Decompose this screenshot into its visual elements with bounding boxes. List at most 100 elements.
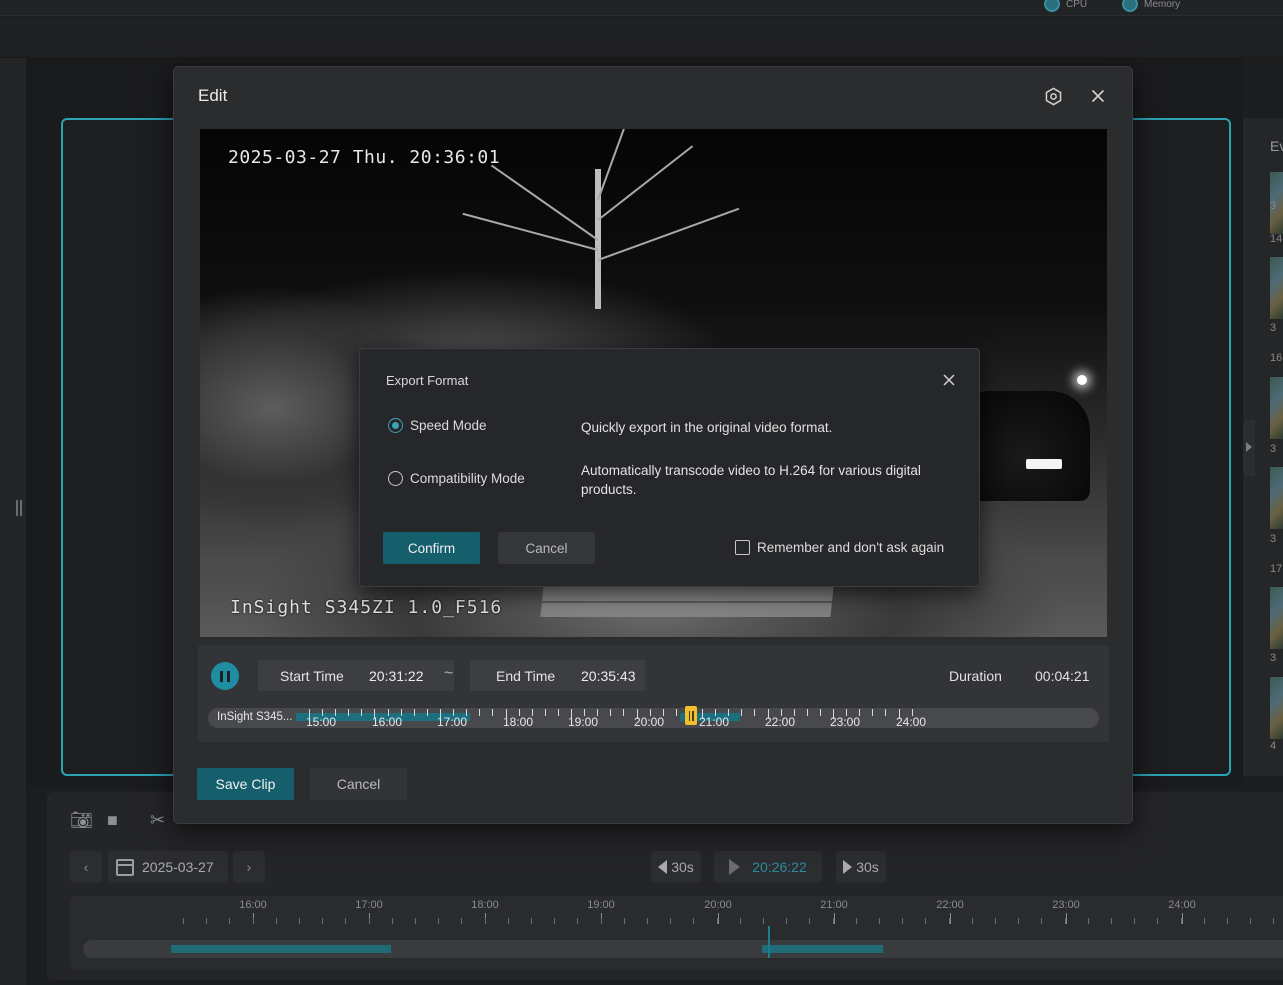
remember-option[interactable]: Remember and don't ask again <box>735 540 944 555</box>
close-icon[interactable] <box>1087 85 1109 107</box>
clip-timeline-hour-label: 17:00 <box>437 715 468 729</box>
clip-timeline-tick <box>676 709 677 716</box>
timeline-minor-tick <box>1111 918 1112 924</box>
clip-timeline-hour-label: 23:00 <box>830 715 861 729</box>
clip-timeline-hour-label: 18:00 <box>503 715 534 729</box>
clip-timeline-tick <box>637 709 638 719</box>
video-scene <box>462 212 599 251</box>
play-button[interactable]: 20:26:22 <box>714 851 822 883</box>
timeline-minor-tick <box>485 918 486 924</box>
remember-checkbox[interactable] <box>735 540 750 555</box>
timeline-minor-tick <box>438 918 439 924</box>
event-time-label: 3 <box>1270 443 1277 455</box>
video-scene <box>597 129 630 201</box>
timeline-minor-tick <box>1018 918 1019 924</box>
clip-timeline-tick <box>558 709 559 716</box>
cpu-label: CPU <box>1066 0 1088 10</box>
clip-timeline-tick <box>872 709 873 716</box>
event-time-label: 3 <box>1270 200 1277 212</box>
pause-button[interactable] <box>211 662 239 690</box>
timeline-major-tick <box>1182 913 1183 924</box>
camera-snapshot-icon[interactable]: 📷︎ <box>70 810 93 831</box>
timeline-minor-tick <box>647 918 648 924</box>
export-format-dialog: Export Format Speed Mode Quickly export … <box>359 348 980 587</box>
remember-label: Remember and don't ask again <box>757 540 945 555</box>
clip-timeline-tick <box>859 709 860 716</box>
cpu-gauge-icon <box>1044 0 1060 12</box>
cancel-button[interactable]: Cancel <box>310 768 407 800</box>
clip-timeline-tick <box>335 709 336 716</box>
timeline-minor-tick <box>1088 918 1089 924</box>
event-time-label: 14 <box>1270 233 1283 245</box>
event-thumbnail[interactable] <box>1270 257 1283 319</box>
speed-mode-option[interactable]: Speed Mode <box>388 418 487 433</box>
radio-selected-icon[interactable] <box>388 418 403 433</box>
duration-value: 00:04:21 <box>1035 668 1090 684</box>
timeline-minor-tick <box>1181 918 1182 924</box>
next-date-button[interactable]: › <box>233 851 265 883</box>
clip-timeline-tick <box>571 709 572 719</box>
clip-timeline[interactable]: InSight S345... 15:00 16:00 17:00 18:00 19:0… <box>208 706 1099 729</box>
export-cancel-button[interactable]: Cancel <box>498 532 595 564</box>
timeline-hour-label: 19:00 <box>587 899 615 911</box>
timeline-minor-tick <box>833 918 834 924</box>
timeline-major-tick <box>834 913 835 924</box>
settings-icon[interactable] <box>1042 85 1064 107</box>
timeline-major-tick <box>718 913 719 924</box>
timeline-minor-tick <box>995 918 996 924</box>
clip-timeline-tick <box>401 709 402 716</box>
event-time-label: 17 <box>1270 563 1283 575</box>
scissors-clip-icon[interactable]: ✂ <box>150 810 165 831</box>
timeline-minor-tick <box>670 918 671 924</box>
clip-timeline-tick <box>361 709 362 716</box>
panel-resize-handle[interactable] <box>16 500 22 516</box>
timeline-minor-tick <box>299 918 300 924</box>
timeline-minor-tick <box>763 918 764 924</box>
end-time-value[interactable]: 20:35:43 <box>581 668 636 684</box>
close-icon[interactable] <box>938 369 960 391</box>
rewind-icon <box>658 860 668 874</box>
play-icon <box>729 859 741 875</box>
recording-segment[interactable] <box>762 945 883 953</box>
rewind-30s-button[interactable]: 30s <box>651 851 701 883</box>
start-time-field[interactable]: Start Time 20:31:22 <box>258 660 454 691</box>
playback-cursor[interactable] <box>768 926 770 958</box>
recording-segment[interactable] <box>171 945 391 953</box>
clip-timeline-tick <box>663 709 664 716</box>
timeline-hour-label: 24:00 <box>1168 899 1196 911</box>
compatibility-mode-option[interactable]: Compatibility Mode <box>388 471 525 486</box>
date-picker[interactable]: 2025-03-27 <box>108 851 228 883</box>
start-time-value[interactable]: 20:31:22 <box>369 668 424 684</box>
clip-timeline-hour-label: 24:00 <box>896 715 927 729</box>
timeline-minor-tick <box>856 918 857 924</box>
video-player[interactable]: 2025-03-27 Thu. 20:36:01 InSight S345ZI … <box>200 129 1107 637</box>
timeline-minor-tick <box>717 918 718 924</box>
timeline-minor-tick <box>253 918 254 924</box>
event-thumbnail[interactable] <box>1270 677 1283 739</box>
clip-timeline-tick <box>348 709 349 716</box>
timeline-major-tick <box>950 913 951 924</box>
event-thumbnail[interactable] <box>1270 467 1283 529</box>
video-record-icon[interactable]: ■ <box>107 810 118 831</box>
video-scene <box>490 164 599 241</box>
radio-unselected-icon[interactable] <box>388 471 403 486</box>
timeline-major-tick <box>1066 913 1067 924</box>
end-time-field[interactable]: End Time 20:35:43 <box>470 660 645 691</box>
save-clip-button[interactable]: Save Clip <box>197 768 294 800</box>
pause-icon <box>220 670 223 682</box>
date-value: 2025-03-27 <box>142 859 214 875</box>
clip-range-handle[interactable] <box>685 706 697 725</box>
memory-stat: Memory <box>1122 0 1180 12</box>
forward-icon <box>843 860 853 874</box>
collapse-panel-button[interactable] <box>1243 420 1255 476</box>
clip-range-controls: Start Time 20:31:22 ~ End Time 20:35:43 … <box>198 645 1109 742</box>
timeline-hour-label: 23:00 <box>1052 899 1080 911</box>
prev-date-button[interactable]: ‹ <box>70 851 102 883</box>
event-thumbnail[interactable] <box>1270 587 1283 649</box>
forward-30s-button[interactable]: 30s <box>836 851 886 883</box>
confirm-button[interactable]: Confirm <box>383 532 480 564</box>
timeline-minor-tick <box>1273 918 1274 924</box>
edit-dialog-title: Edit <box>198 86 228 105</box>
event-thumbnail[interactable] <box>1270 377 1283 439</box>
clip-timeline-tick <box>453 709 454 716</box>
